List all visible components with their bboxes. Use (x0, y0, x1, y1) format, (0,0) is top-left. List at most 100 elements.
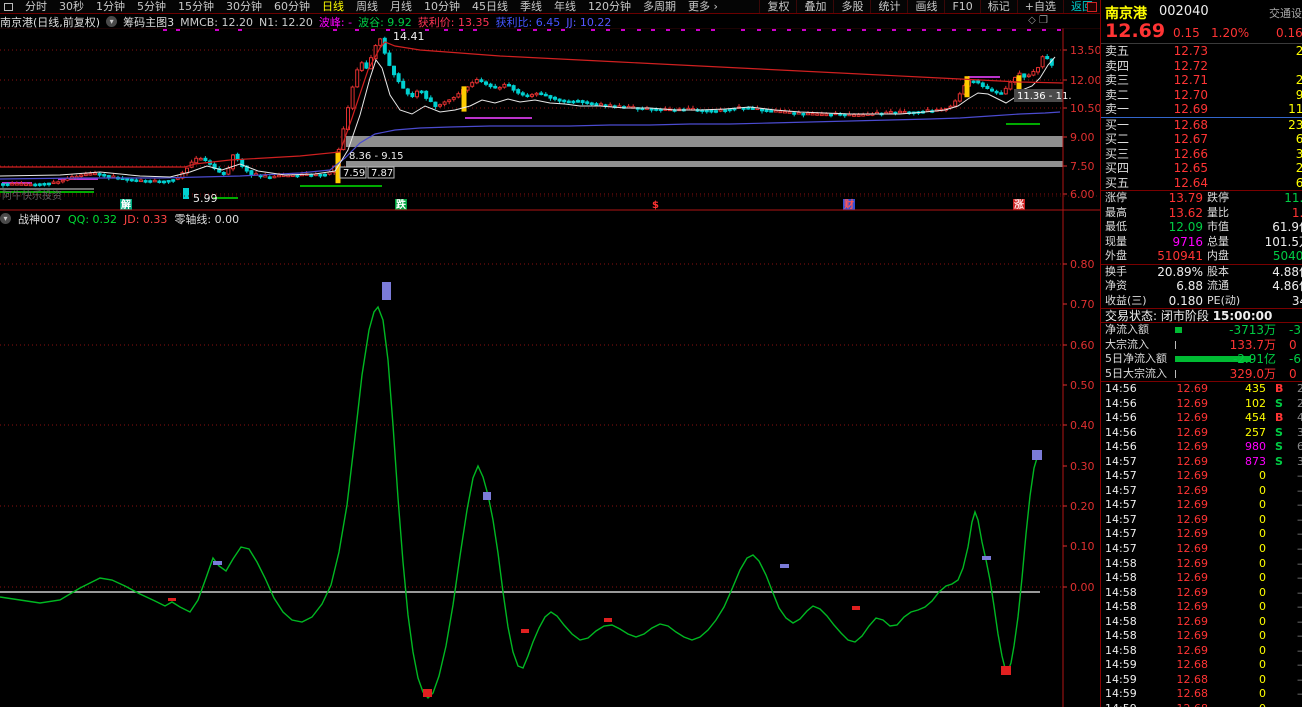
status-time: 15:00:00 (1213, 309, 1273, 323)
bid-level-row[interactable]: 买一12.68234 (1101, 118, 1302, 133)
candle-body (457, 94, 460, 97)
signal-dash (1027, 29, 1031, 31)
tick-price: 12.69 (1148, 382, 1208, 397)
menu-button-3[interactable]: 统计 (870, 0, 907, 13)
menu-item-15[interactable]: 多周期 (637, 0, 682, 13)
menu-item-8[interactable]: 周线 (350, 0, 384, 13)
overlay-indicator-name[interactable]: 筹码主图3 (123, 14, 174, 30)
menu-item-1[interactable]: 30秒 (53, 0, 90, 13)
flow-extra: 0 (1289, 338, 1297, 353)
bid-level-row[interactable]: 买五12.6467 (1101, 176, 1302, 191)
menu-item-2[interactable]: 1分钟 (90, 0, 131, 13)
candle-body (563, 100, 566, 102)
candle-body (89, 174, 92, 176)
tick-price: 12.68 (1148, 673, 1208, 688)
menu-item-7[interactable]: 日线 (316, 0, 350, 13)
bid-label: 买五 (1105, 176, 1129, 191)
ask-volume: 118 (1216, 102, 1302, 117)
candle-body (250, 171, 253, 175)
stat-row: 净资6.88流通4.86亿 (1101, 279, 1302, 294)
menu-button-6[interactable]: 标记 (980, 0, 1017, 13)
sell-signal-square (1001, 666, 1011, 675)
collapse-icon[interactable]: ▾ (0, 213, 11, 224)
menu-item-14[interactable]: 120分钟 (582, 0, 637, 13)
menu-button-7[interactable]: +自选 (1017, 0, 1063, 13)
candle-body (889, 111, 892, 113)
tick-volume: 0 (1211, 571, 1266, 586)
candle-body (103, 175, 106, 177)
menu-item-12[interactable]: 季线 (514, 0, 548, 13)
menu-item-5[interactable]: 30分钟 (220, 0, 268, 13)
menu-button-5[interactable]: F10 (944, 0, 979, 13)
tick-extra: 2 (1297, 382, 1302, 397)
menu-item-9[interactable]: 月线 (384, 0, 418, 13)
stat-label: 内盘 (1207, 249, 1229, 264)
menu-button-2[interactable]: 多股 (833, 0, 870, 13)
bid-label: 买四 (1105, 161, 1129, 176)
tick-row: 14:5812.690— (1101, 629, 1302, 644)
candle-body (843, 114, 846, 116)
indicator-curve (0, 307, 1037, 698)
menu-item-10[interactable]: 10分钟 (418, 0, 466, 13)
ask-level-row[interactable]: 卖一12.69118 (1101, 102, 1302, 117)
chart-canvas[interactable]: 13.5012.0010.509.007.506.0014.415.998.36… (0, 0, 1100, 707)
ask-level-row[interactable]: 卖二12.7098 (1101, 88, 1302, 103)
tick-row: 14:5912.680— (1101, 658, 1302, 673)
tick-time: 14:58 (1105, 586, 1137, 601)
candle-body (475, 80, 478, 83)
tick-price: 12.69 (1148, 557, 1208, 572)
candle-body (494, 86, 497, 88)
sell-signal-dash (604, 618, 612, 622)
tick-extra: — (1297, 542, 1302, 557)
price-change: 0.15 (1173, 26, 1200, 40)
signal-dash (757, 29, 761, 31)
menu-item-0[interactable]: 分时 (19, 0, 53, 13)
candle-body (452, 97, 455, 99)
stat-row: 涨停13.79跌停11.2 (1101, 191, 1302, 206)
flow-extra: 0 (1289, 367, 1297, 382)
window-icon[interactable] (4, 3, 13, 11)
candle-body (820, 114, 823, 116)
menu-item-6[interactable]: 60分钟 (268, 0, 316, 13)
sector-name[interactable]: 交通设施 (1269, 5, 1302, 21)
candle-body (140, 180, 143, 182)
bid-level-row[interactable]: 买三12.6637 (1101, 147, 1302, 162)
bid-level-row[interactable]: 买四12.6524 (1101, 161, 1302, 176)
menu-item-11[interactable]: 45日线 (466, 0, 514, 13)
event-marker-1: 跌 (396, 198, 407, 211)
menu-button-1[interactable]: 叠加 (796, 0, 833, 13)
candle-body (554, 97, 557, 99)
stat-value: 11.2 (1234, 191, 1302, 206)
candle-body (351, 87, 354, 108)
stat-value: 510941 (1139, 249, 1203, 264)
menu-item-13[interactable]: 年线 (548, 0, 582, 13)
candle-body (793, 113, 796, 115)
candle-body (558, 99, 561, 101)
indicator-axis-label: 0.00 (1070, 581, 1095, 594)
buy-signal-square (1032, 450, 1042, 460)
ask-level-row[interactable]: 卖五12.7325 (1101, 44, 1302, 59)
menu-item-16[interactable]: 更多 › (682, 0, 724, 13)
tick-volume: 980 (1211, 440, 1266, 455)
menu-item-4[interactable]: 15分钟 (172, 0, 220, 13)
tick-row: 14:5612.69454B4 (1101, 411, 1302, 426)
ask-level-row[interactable]: 卖三12.7125 (1101, 73, 1302, 88)
candle-body (1023, 74, 1026, 77)
status-label: 交易状态: (1105, 309, 1161, 323)
ask-level-row[interactable]: 卖四12.723 (1101, 59, 1302, 74)
candle-body (830, 114, 833, 116)
menu-item-3[interactable]: 5分钟 (131, 0, 172, 13)
bid-level-row[interactable]: 买二12.6764 (1101, 132, 1302, 147)
menu-button-0[interactable]: 复权 (759, 0, 796, 13)
menu-button-4[interactable]: 画线 (907, 0, 944, 13)
sub-indicator-name[interactable]: 战神007 (18, 211, 61, 227)
pane-icons[interactable]: ◇ ❒ (1028, 15, 1048, 26)
buy-signal-dash (982, 556, 991, 560)
candle-body (420, 91, 423, 93)
candle-body (784, 111, 787, 113)
panel-corner-icon[interactable] (1087, 2, 1097, 12)
collapse-icon[interactable]: ▾ (106, 16, 117, 27)
tick-price: 12.68 (1148, 702, 1208, 707)
candle-body (268, 177, 271, 179)
tick-volume: 0 (1211, 658, 1266, 673)
